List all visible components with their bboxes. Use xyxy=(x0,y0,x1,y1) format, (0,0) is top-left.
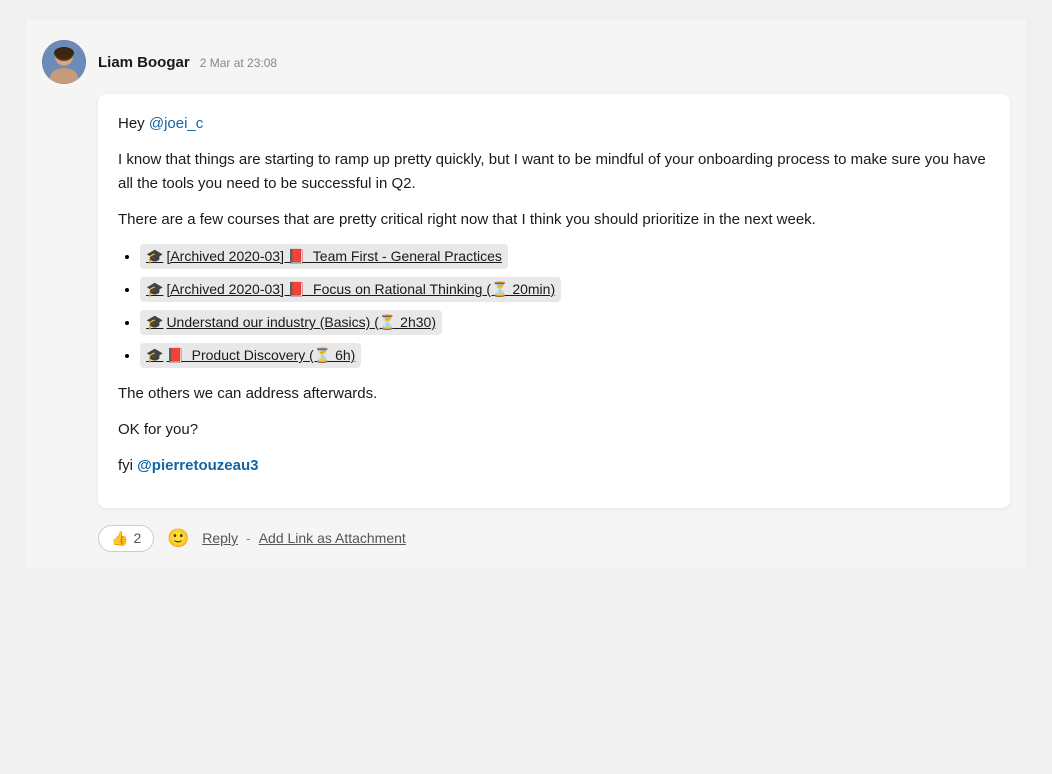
course-text-4: 📕 Product Discovery (⏳ 6h) xyxy=(166,345,355,366)
course-icon-3: 🎓 xyxy=(146,312,163,333)
course-link-1[interactable]: 🎓 [Archived 2020-03] 📕 Team First - Gene… xyxy=(140,244,508,269)
paragraph3: The others we can address afterwards. xyxy=(118,382,990,406)
course-link-4[interactable]: 🎓 📕 Product Discovery (⏳ 6h) xyxy=(140,343,361,368)
timestamp: 2 Mar at 23:08 xyxy=(200,56,277,70)
paragraph1: I know that things are starting to ramp … xyxy=(118,148,990,196)
emoji-add-icon: 🙂 xyxy=(167,528,189,549)
courses-list: 🎓 [Archived 2020-03] 📕 Team First - Gene… xyxy=(118,244,990,368)
paragraph4: OK for you? xyxy=(118,418,990,442)
list-item: 🎓 [Archived 2020-03] 📕 Team First - Gene… xyxy=(140,244,990,269)
author-info: Liam Boogar 2 Mar at 23:08 xyxy=(98,54,277,71)
add-emoji-reaction-button[interactable]: 🙂 xyxy=(162,522,194,554)
course-text-3: Understand our industry (Basics) (⏳ 2h30… xyxy=(166,312,436,333)
greeting-paragraph: Hey @joei_c xyxy=(118,112,990,136)
avatar xyxy=(42,40,86,84)
add-link-attachment-button[interactable]: Add Link as Attachment xyxy=(259,530,406,546)
fyi-text: fyi xyxy=(118,457,137,474)
course-link-3[interactable]: 🎓 Understand our industry (Basics) (⏳ 2h… xyxy=(140,310,442,335)
separator: - xyxy=(246,530,251,546)
mention-pierre[interactable]: @pierretouzeau3 xyxy=(137,457,258,474)
message-container: Liam Boogar 2 Mar at 23:08 Hey @joei_c I… xyxy=(26,20,1026,568)
list-item: 🎓 📕 Product Discovery (⏳ 6h) xyxy=(140,343,990,368)
list-item: 🎓 [Archived 2020-03] 📕 Focus on Rational… xyxy=(140,277,990,302)
mention-joei[interactable]: @joei_c xyxy=(149,115,203,132)
fyi-paragraph: fyi @pierretouzeau3 xyxy=(118,454,990,478)
message-body: Hey @joei_c I know that things are start… xyxy=(98,94,1010,508)
course-icon-1: 🎓 xyxy=(146,246,163,267)
thumbs-up-reaction-button[interactable]: 👍 2 xyxy=(98,525,154,552)
author-name: Liam Boogar xyxy=(98,54,190,71)
course-icon-4: 🎓 xyxy=(146,345,163,366)
actions-bar: 👍 2 🙂 Reply - Add Link as Attachment xyxy=(98,518,1010,558)
greeting-text: Hey xyxy=(118,115,149,132)
paragraph2: There are a few courses that are pretty … xyxy=(118,208,990,232)
list-item: 🎓 Understand our industry (Basics) (⏳ 2h… xyxy=(140,310,990,335)
reply-button[interactable]: Reply xyxy=(202,530,238,546)
thumbs-up-icon: 👍 xyxy=(111,530,128,547)
course-icon-2: 🎓 xyxy=(146,279,163,300)
course-text-1: [Archived 2020-03] 📕 Team First - Genera… xyxy=(166,246,501,267)
message-header: Liam Boogar 2 Mar at 23:08 xyxy=(42,40,1010,84)
course-link-2[interactable]: 🎓 [Archived 2020-03] 📕 Focus on Rational… xyxy=(140,277,561,302)
course-text-2: [Archived 2020-03] 📕 Focus on Rational T… xyxy=(166,279,555,300)
reaction-count: 2 xyxy=(133,530,141,546)
avatar-image xyxy=(42,40,86,84)
